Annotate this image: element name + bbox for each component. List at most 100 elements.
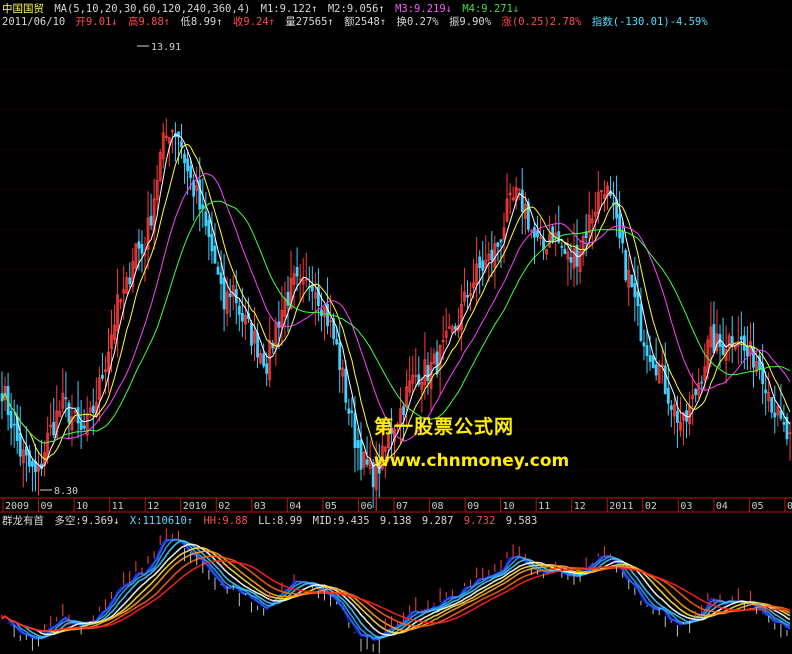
volume: 量27565↑ <box>285 16 334 28</box>
x-tick-label: 02 <box>645 501 657 512</box>
x-tick-label: 04 <box>289 501 301 512</box>
candle-body <box>189 165 193 178</box>
candle-body <box>250 322 253 346</box>
x-tick-label: 12 <box>574 501 586 512</box>
candle-body <box>630 274 634 288</box>
watermark-title: 第一股票公式网 <box>374 416 515 438</box>
candle-body <box>64 397 68 400</box>
candle-body <box>466 294 469 298</box>
candle-body <box>228 293 232 297</box>
candle-body <box>624 250 628 281</box>
indicator-ll: LL:8.99 <box>258 515 303 527</box>
candle-body <box>782 422 786 425</box>
candle-body <box>140 244 144 254</box>
candle-body <box>560 245 564 248</box>
x-tick-label: 04 <box>716 501 728 512</box>
x-tick-label: 05 <box>325 501 337 512</box>
index-change: 指数(-130.01)-4.59% <box>591 16 708 28</box>
ma-m1: M1:9.122↑ <box>260 3 318 15</box>
price-header-line2: 2011/06/10 开9.01↓ 高9.88↑ 低8.99↑ 收9.24↑ 量… <box>2 16 712 29</box>
candle-body <box>642 342 646 347</box>
x-tick-label: 2009 <box>5 501 29 512</box>
candle-body <box>222 277 226 310</box>
indicator-x: X:1110610↑ <box>129 515 194 527</box>
x-tick-label: 03 <box>680 501 692 512</box>
candle-body <box>654 364 658 376</box>
ma-m2: M2:9.056↑ <box>327 3 385 15</box>
candle-body <box>350 410 354 413</box>
candle-body <box>12 423 16 426</box>
candle-body <box>721 343 725 355</box>
indicator-band <box>1 538 791 641</box>
close-price: 收9.24↑ <box>232 16 275 28</box>
candle-body <box>453 325 457 330</box>
candle-body <box>207 219 211 238</box>
candle-body <box>676 410 679 423</box>
amplitude: 振9.90% <box>448 16 492 28</box>
candle-body <box>770 397 774 413</box>
candle-body <box>295 267 299 277</box>
candle-body <box>183 153 186 164</box>
candle-body <box>666 387 670 404</box>
candle-body <box>213 245 217 264</box>
candle-body <box>663 365 667 394</box>
candle-body <box>621 231 625 244</box>
x-tick-label: 10 <box>503 501 515 512</box>
candle-body <box>149 215 153 226</box>
candle-body <box>52 421 56 436</box>
candle-body <box>180 141 183 148</box>
candle-body <box>700 381 704 384</box>
candle-body <box>79 421 83 430</box>
candle-body <box>639 304 643 341</box>
candle-body <box>216 266 220 275</box>
candle-body <box>101 374 104 379</box>
candle-body <box>712 324 716 353</box>
candle-body <box>347 408 351 414</box>
open-price: 开9.01↓ <box>75 16 118 28</box>
x-tick-label: 2011 <box>609 501 633 512</box>
stock-chart[interactable]: 13.91 8.30 2009 09 10 11 12 2010 02 03 04 05 06 07 08… <box>0 0 792 654</box>
ma-m4: M4:9.271↓ <box>462 3 520 15</box>
candle-body <box>764 389 768 394</box>
candle-body <box>773 412 777 418</box>
candle-body <box>739 336 743 340</box>
x-tick-label: 10 <box>76 501 88 512</box>
candle-body <box>496 242 500 247</box>
candle-body <box>648 355 652 362</box>
candle-body <box>426 365 430 382</box>
candle-body <box>204 211 208 227</box>
candle-body <box>746 345 749 357</box>
indicator-v3: 9.732 <box>463 515 496 527</box>
amount: 额2548↑ <box>344 16 387 28</box>
candle-body <box>563 248 567 254</box>
candle-body <box>9 410 13 429</box>
x-tick-label: 07 <box>396 501 408 512</box>
ma-params: MA(5,10,20,30,60,120,240,360,4) <box>54 3 251 15</box>
high-price: 高9.88↑ <box>127 16 171 28</box>
candle-body <box>569 257 573 263</box>
candle-body <box>645 345 649 356</box>
candle-body <box>265 363 269 374</box>
indicator-mid: MID:9.435 <box>312 515 370 527</box>
candle-body <box>137 241 141 249</box>
candle-body <box>636 291 640 306</box>
candle-body <box>533 227 536 238</box>
x-tick-label: 11 <box>538 501 550 512</box>
candle-body <box>651 355 655 368</box>
x-tick-label: 09 <box>41 501 53 512</box>
price-header-line1: 中国国贸 MA(5,10,20,30,60,120,240,360,4) M1:… <box>2 3 523 16</box>
candle-body <box>356 440 360 449</box>
candle-body <box>18 432 22 457</box>
x-tick-label: 06 <box>360 501 372 512</box>
candle-body <box>344 368 348 403</box>
indicator-name: 群龙有首 <box>2 515 44 527</box>
x-tick-label: 08 <box>432 501 444 512</box>
candle-body <box>730 336 734 346</box>
price-annotations: 13.91 8.30 <box>40 42 181 497</box>
low-price: 低8.99↑ <box>180 16 223 28</box>
price-change: 涨(0.25)2.78% <box>501 16 582 28</box>
candle-body <box>240 313 244 322</box>
candle-body <box>359 439 363 470</box>
candle-body <box>353 413 357 448</box>
x-tick-label: 2010 <box>183 501 207 512</box>
